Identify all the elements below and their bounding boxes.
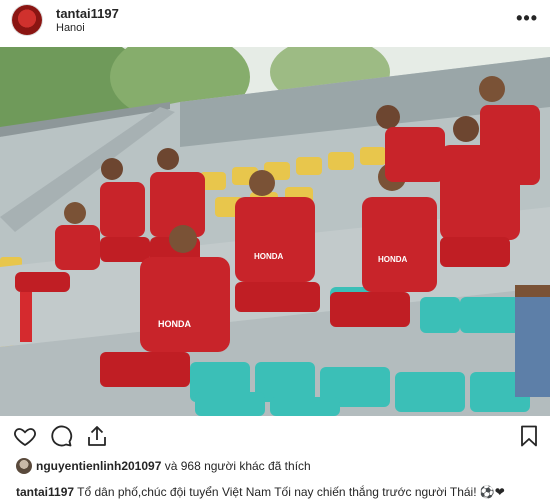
likes-summary: nguyentienlinh201097 và 968 người khác đ… [16,458,311,474]
caption-username[interactable]: tantai1197 [16,485,74,499]
post-photo[interactable]: HONDA HONDA HONDA [0,47,550,416]
location[interactable]: Hanoi [56,22,85,34]
share-icon[interactable] [85,424,109,448]
username[interactable]: tantai1197 [56,6,119,21]
heart-icon[interactable] [13,424,37,448]
comment-icon[interactable] [49,424,73,448]
action-bar [0,422,550,450]
caption: tantai1197 Tổ dân phố,chúc đội tuyển Việ… [16,485,505,499]
jersey-text: HONDA [378,255,408,264]
post-header: tantai1197 Hanoi ••• [0,0,550,44]
team-photo-illustration: HONDA HONDA HONDA [0,47,550,416]
liker-avatar[interactable] [16,458,32,474]
more-options-button[interactable]: ••• [516,8,538,29]
likes-count-text[interactable]: và 968 người khác đã thích [161,459,311,473]
jersey-text: HONDA [254,252,284,261]
caption-text: Tổ dân phố,chúc đội tuyển Việt Nam Tối n… [77,485,505,499]
jersey-text: HONDA [158,319,191,329]
avatar[interactable] [12,5,42,35]
liker-username[interactable]: nguyentienlinh201097 [36,459,161,473]
bookmark-icon[interactable] [517,424,541,448]
